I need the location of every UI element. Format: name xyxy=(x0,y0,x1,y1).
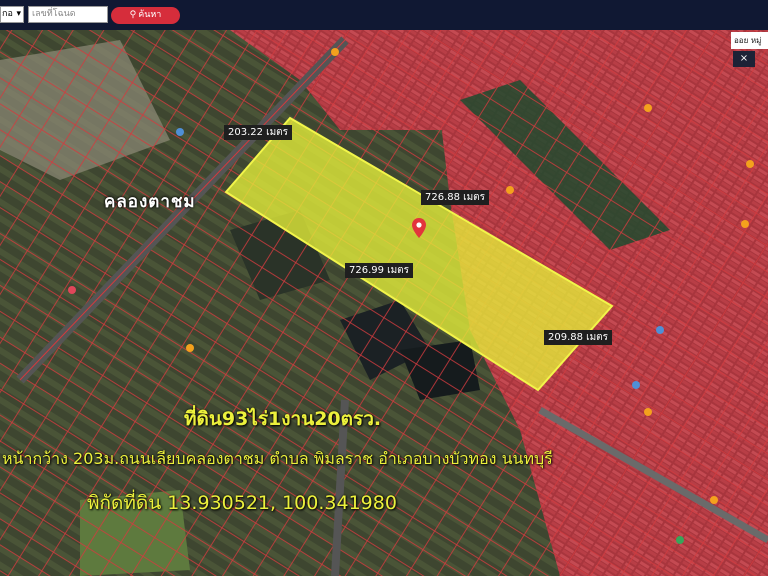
poi-marker-icon xyxy=(644,408,652,416)
land-size-headline: ที่ดิน93ไร่1งาน20ตรว. xyxy=(184,408,382,430)
poi-marker-icon xyxy=(676,536,684,544)
poi-marker-icon xyxy=(656,326,664,334)
poi-marker-icon xyxy=(186,344,194,352)
measurement-label-right: 209.88 เมตร xyxy=(544,330,613,345)
search-button[interactable]: ⚲ ค้นหา xyxy=(111,7,180,24)
poi-marker-icon xyxy=(746,160,754,168)
search-type-value: กอ xyxy=(2,9,13,19)
close-button[interactable]: × xyxy=(733,51,755,67)
canal-label: คลองตาชม xyxy=(104,192,196,212)
deed-number-placeholder: เลขที่โฉนด xyxy=(32,9,76,19)
poi-marker-icon xyxy=(331,48,339,56)
measurement-label-top-left: 203.22 เมตร xyxy=(224,125,293,140)
land-coordinates: พิกัดที่ดิน 13.930521, 100.341980 xyxy=(87,492,397,514)
poi-marker-icon xyxy=(710,496,718,504)
top-search-bar: กอ ▾ เลขที่โฉนด ⚲ ค้นหา xyxy=(0,0,768,30)
poi-marker-icon xyxy=(644,104,652,112)
location-pin-icon[interactable] xyxy=(412,218,426,238)
land-location-details: หน้ากว้าง 203ม.ถนนเลียบคลองตาชม ตำบล พิม… xyxy=(2,449,553,468)
close-icon: × xyxy=(739,53,749,64)
measurement-label-top-right: 726.88 เมตร xyxy=(421,190,490,205)
poi-marker-icon xyxy=(68,286,76,294)
poi-marker-icon xyxy=(176,128,184,136)
measurement-label-bottom: 726.99 เมตร xyxy=(345,263,414,278)
search-type-select[interactable]: กอ ▾ xyxy=(0,6,24,23)
search-icon: ⚲ xyxy=(129,10,137,20)
deed-number-input[interactable]: เลขที่โฉนด xyxy=(28,6,108,23)
poi-marker-icon xyxy=(632,381,640,389)
chevron-down-icon: ▾ xyxy=(16,9,21,19)
poi-marker-icon xyxy=(741,220,749,228)
search-button-label: ค้นหา xyxy=(138,10,162,20)
poi-marker-icon xyxy=(506,186,514,194)
layer-selector[interactable]: ออย หมู่ xyxy=(731,32,768,49)
layer-selector-label: ออย หมู่ xyxy=(734,36,762,45)
